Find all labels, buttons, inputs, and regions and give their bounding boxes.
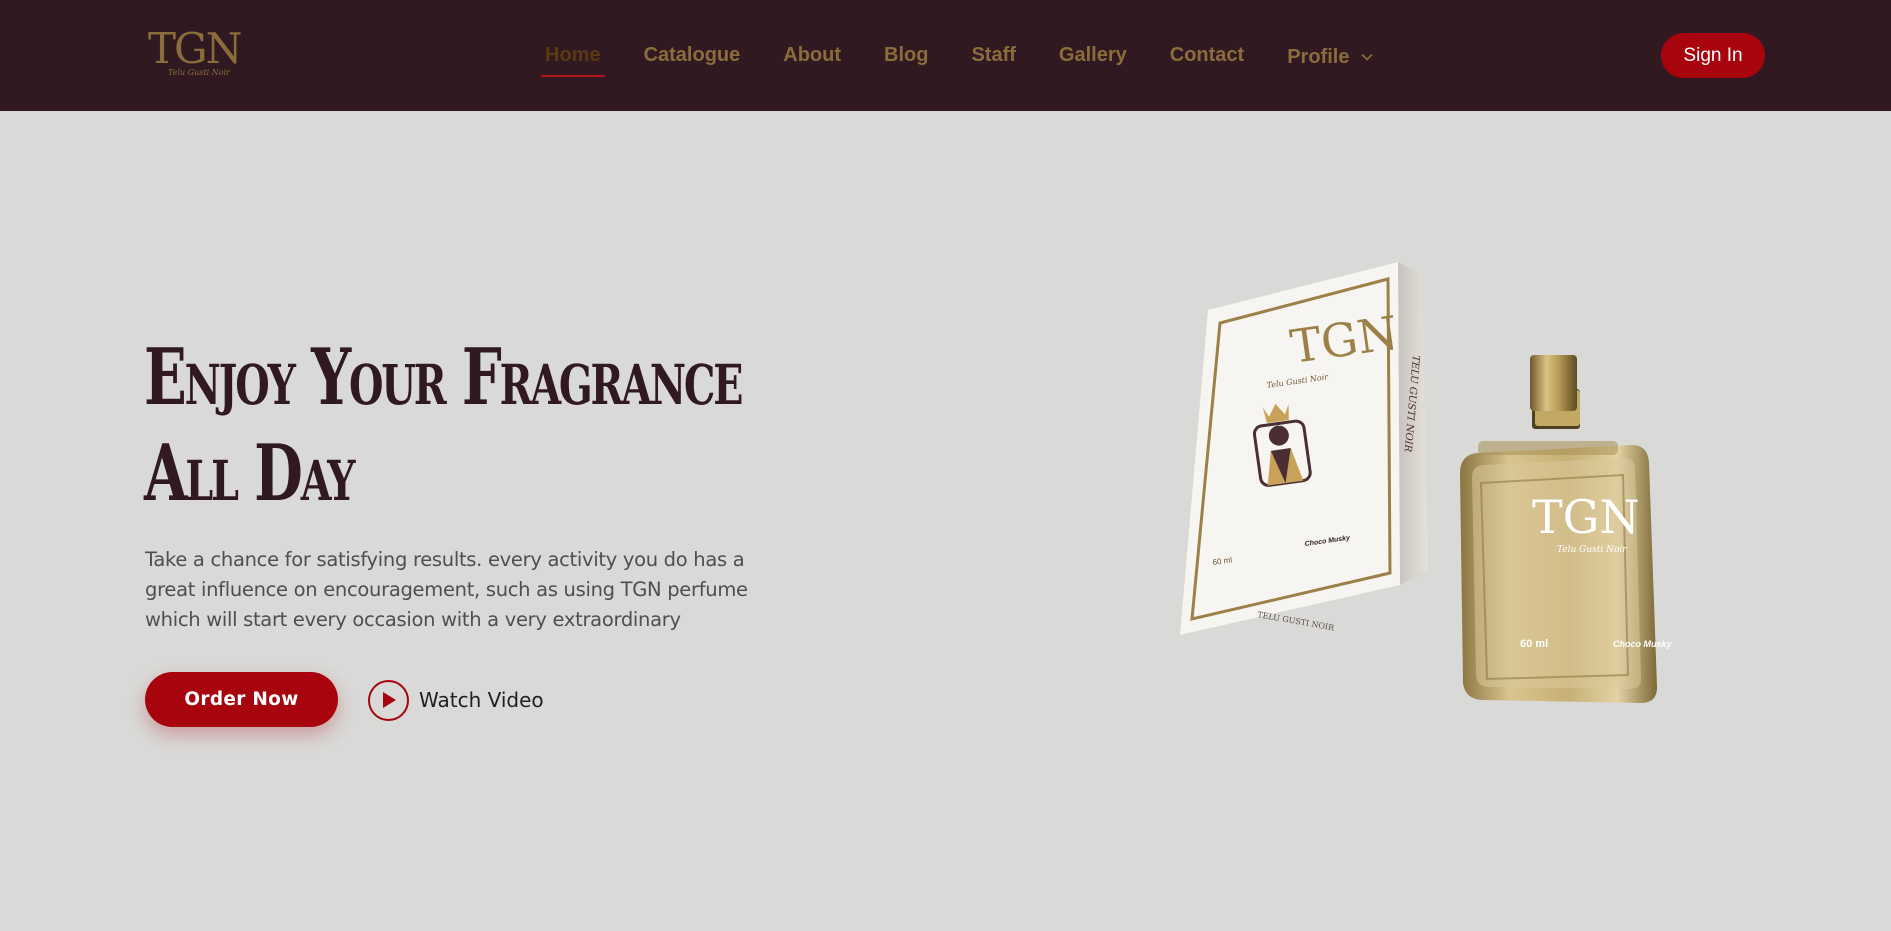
nav-contact-label: Contact: [1169, 44, 1245, 66]
bottle-brand: TGN: [1532, 490, 1640, 544]
nav-staff-label: Staff: [971, 44, 1016, 66]
watch-video-label: Watch Video: [419, 688, 544, 712]
nav-blog[interactable]: Blog: [884, 40, 928, 72]
active-nav-underline: [541, 75, 605, 77]
hero-description: Take a chance for satisfying results. ev…: [145, 548, 748, 631]
main-nav: Home Catalogue About Blog Staff Gallery …: [541, 40, 1373, 77]
product-illustration: TGN Telu Gusti Noir 60 ml Choco Musky TE…: [1180, 262, 1673, 703]
logo-tagline: Telu Gusti Noir: [168, 68, 230, 77]
sign-in-button[interactable]: Sign In: [1661, 33, 1765, 78]
hero-title-line-2: All Day: [144, 428, 356, 519]
nav-catalogue-label: Catalogue: [643, 44, 741, 66]
brand-logo[interactable]: TGN Telu Gusti Noir: [148, 28, 258, 80]
nav-home-label: Home: [545, 44, 601, 66]
nav-contact[interactable]: Contact: [1170, 40, 1244, 72]
box-bottom-label: TELU GUSTI NOIR: [1257, 610, 1336, 633]
nav-about-label: About: [783, 44, 842, 66]
chevron-down-icon: [1361, 40, 1373, 70]
nav-gallery-label: Gallery: [1058, 44, 1127, 66]
perfume-bottle: TGN Telu Gusti Noir 60 ml Choco Musky: [1460, 355, 1673, 703]
nav-gallery[interactable]: Gallery: [1059, 40, 1127, 72]
watch-video-button[interactable]: Watch Video: [368, 679, 544, 721]
nav-blog-label: Blog: [884, 44, 929, 66]
bottle-volume: 60 ml: [1520, 638, 1548, 650]
nav-staff[interactable]: Staff: [971, 40, 1015, 72]
nav-profile-label: Profile: [1287, 46, 1350, 68]
nav-home[interactable]: Home: [541, 40, 605, 77]
site-header: TGN Telu Gusti Noir Home Catalogue About…: [0, 0, 1891, 111]
order-now-button[interactable]: Order Now: [145, 672, 338, 727]
hero-title-line-1: Enjoy Your Fragrance: [144, 332, 743, 423]
hero-title: Enjoy Your Fragrance All Day: [144, 330, 743, 522]
play-icon: [368, 679, 409, 721]
bottle-scent: Choco Musky: [1613, 639, 1673, 649]
perfume-box: TGN Telu Gusti Noir 60 ml Choco Musky TE…: [1180, 262, 1428, 635]
nav-profile-dropdown[interactable]: Profile: [1287, 40, 1373, 72]
logo-wordmark: TGN: [148, 24, 242, 73]
nav-about[interactable]: About: [783, 40, 841, 72]
nav-catalogue[interactable]: Catalogue: [644, 40, 741, 72]
bottle-tagline: Telu Gusti Noir: [1557, 545, 1627, 555]
